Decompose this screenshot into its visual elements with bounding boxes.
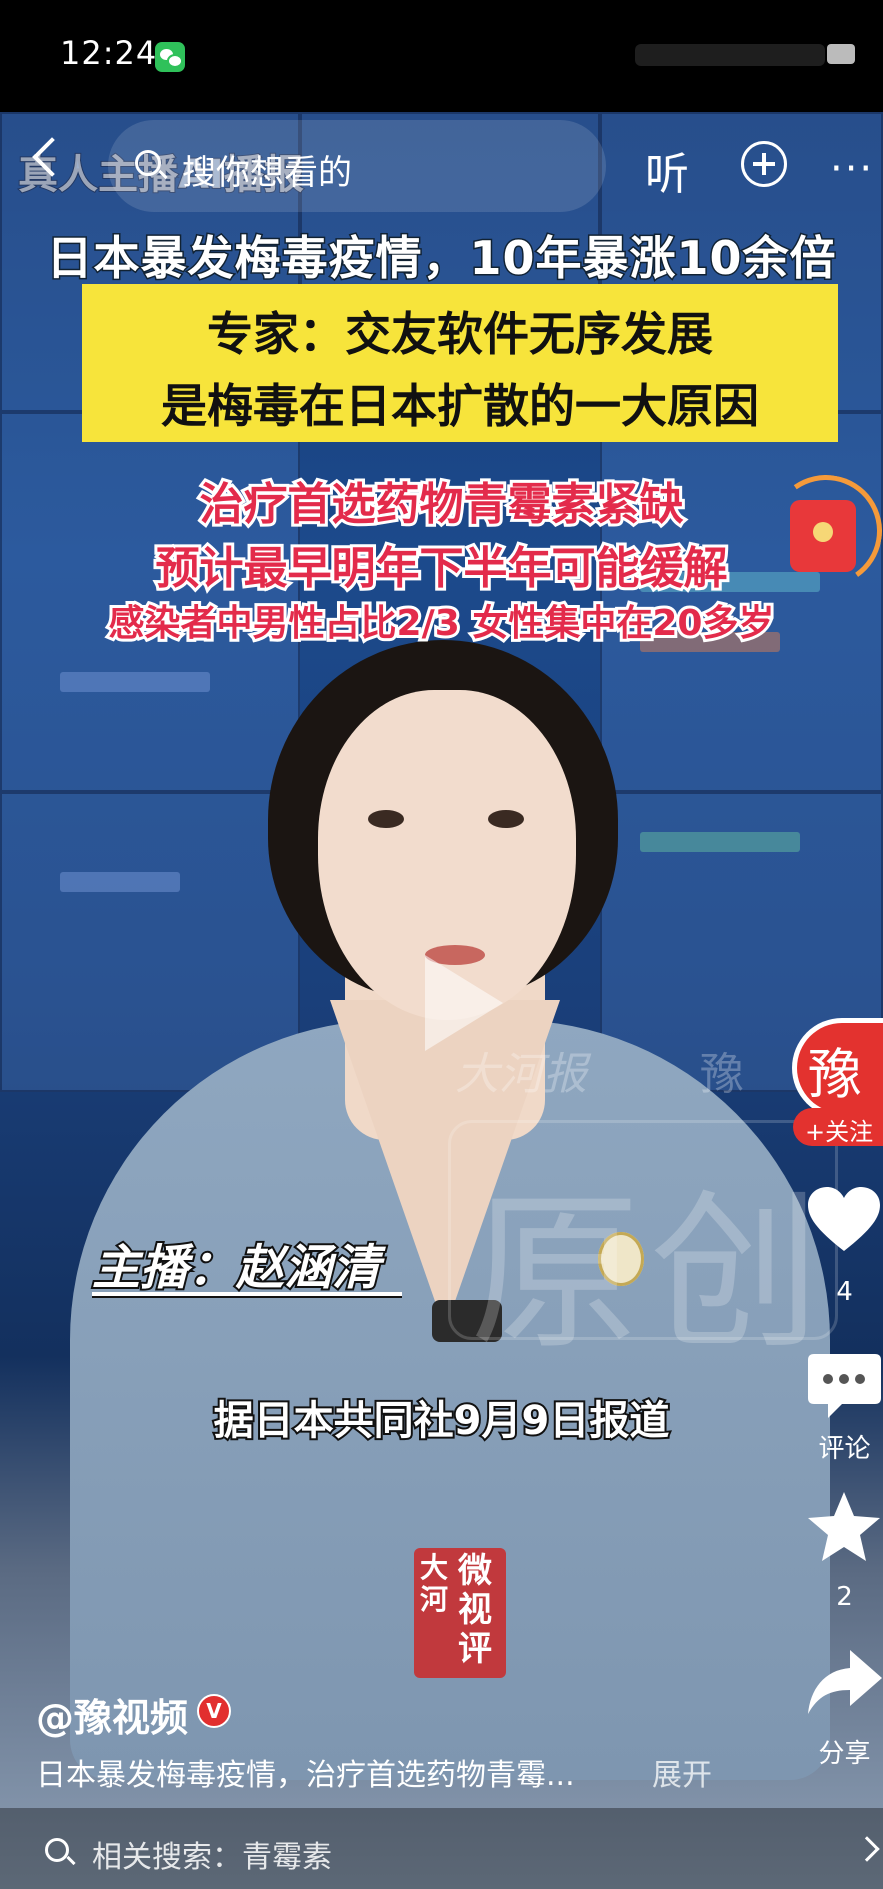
star-icon: [808, 1492, 880, 1561]
share-arrow-icon: [808, 1650, 882, 1714]
battery-icon: [827, 44, 855, 64]
anchor-eye-left: [368, 810, 404, 828]
seal-left-text: 大河: [420, 1551, 449, 1617]
infection-stats-line: 感染者中男性占比2/3 女性集中在20多岁: [106, 600, 778, 647]
search-icon: [45, 1838, 69, 1862]
author-handle[interactable]: @豫视频: [36, 1687, 188, 1742]
heart-icon: [808, 1187, 880, 1251]
search-icon: [135, 150, 161, 176]
studio-screen-bar: [60, 872, 180, 892]
related-search-text[interactable]: 相关搜索：青霉素: [92, 1832, 332, 1876]
expert-line-1: 专家：交友软件无序发展: [207, 307, 713, 361]
anchor-name-caption: 主播：赵涵清: [90, 1238, 382, 1298]
studio-screen-bar: [640, 832, 800, 852]
status-time: 12:24: [60, 34, 158, 72]
video-caption: 日本暴发梅毒疫情，治疗首选药物青霉...: [36, 1758, 575, 1793]
listen-button[interactable]: 听: [645, 138, 689, 202]
yu-video-watermark: 豫: [700, 1049, 744, 1100]
share-label: 分享: [818, 1739, 871, 1769]
original-watermark: 原创: [470, 1175, 831, 1373]
comment-icon: [808, 1354, 881, 1418]
share-button[interactable]: [806, 1648, 883, 1738]
comment-button[interactable]: [806, 1350, 883, 1440]
video-headline: 日本暴发梅毒疫情，10年暴涨10余倍: [45, 230, 837, 287]
like-button[interactable]: [806, 1185, 883, 1275]
search-placeholder[interactable]: 搜你想看的: [182, 145, 352, 194]
shortage-line-2: 预计最早明年下半年可能缓解: [153, 540, 731, 597]
seal-right-text: 微视评: [458, 1551, 492, 1670]
studio-panel: [0, 792, 300, 1092]
add-icon[interactable]: [741, 141, 787, 187]
anchor-eye-right: [488, 810, 524, 828]
status-icons-blurred: [635, 44, 825, 66]
anchor-caption-underline: [92, 1292, 402, 1296]
red-packet-icon[interactable]: [790, 500, 856, 572]
verified-badge: V: [197, 1694, 231, 1728]
more-icon[interactable]: ···: [830, 146, 874, 192]
shortage-line-1: 治疗首选药物青霉素紧缺: [197, 476, 687, 533]
comment-label: 评论: [818, 1434, 871, 1464]
follow-label[interactable]: +关注: [805, 1112, 873, 1147]
play-icon[interactable]: [425, 955, 503, 1051]
status-bar: 12:24: [0, 0, 883, 112]
wechat-notification-icon: [155, 42, 185, 72]
favorite-count: 2: [836, 1582, 853, 1612]
avatar-glyph: 豫: [808, 1043, 862, 1106]
video-subtitle: 据日本共同社9月9日报道: [212, 1396, 672, 1446]
expand-caption-link[interactable]: 展开: [652, 1750, 712, 1794]
favorite-button[interactable]: [806, 1490, 883, 1580]
like-count: 4: [836, 1277, 853, 1307]
studio-screen-bar: [60, 672, 210, 692]
status-indicators: [615, 40, 855, 70]
expert-line-2: 是梅毒在日本扩散的一大原因: [161, 379, 759, 433]
